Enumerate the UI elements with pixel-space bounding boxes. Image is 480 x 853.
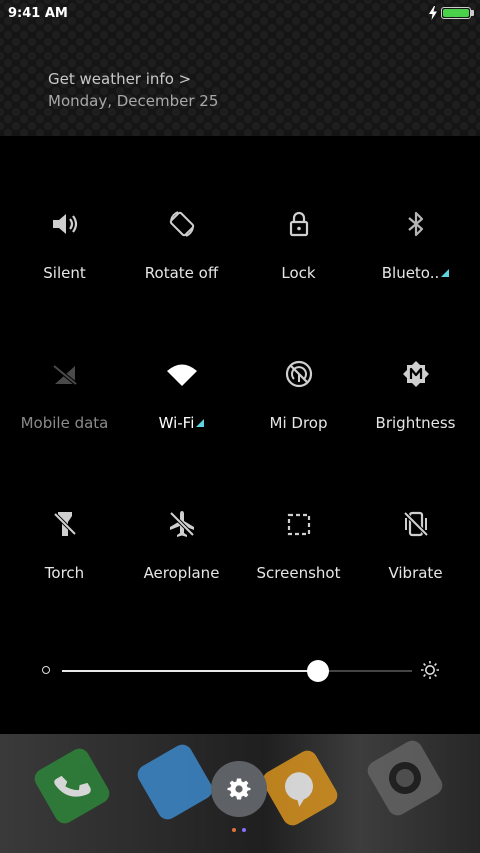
chat-bubble-icon [285,772,313,807]
status-bar: 9:41 AM [0,0,480,28]
page-dot [232,828,236,832]
app-icon-blue [134,741,216,823]
battery-icon [441,7,471,19]
toggle-silent[interactable]: Silent [6,208,123,308]
toggle-brightness[interactable]: Brightness [357,358,474,458]
charging-icon [429,6,437,20]
toggle-mobile-data[interactable]: Mobile data [6,358,123,458]
phone-app-icon [31,745,113,827]
toggle-rotate[interactable]: Rotate off [123,208,240,308]
lock-icon [289,211,308,237]
battery-fill [443,9,469,17]
toggle-label: Screenshot [256,564,341,582]
toggle-torch[interactable]: Torch [6,508,123,608]
slider-track[interactable] [62,660,412,682]
bluetooth-icon [407,211,423,237]
toggle-bluetooth[interactable]: Blueto.. [357,208,474,308]
toggle-label: Aeroplane [143,564,220,582]
toggle-label: Mobile data [20,414,109,432]
toggle-label: Mi Drop [269,414,328,432]
vibrate-icon [403,511,428,537]
toggle-screenshot[interactable]: Screenshot [240,508,357,608]
toggle-label: Rotate off [144,264,219,282]
speaker-icon [52,214,77,234]
weather-link[interactable]: Get weather info > [48,70,191,88]
toggle-label: Wi-Fi [158,414,195,432]
messaging-app-icon [259,747,341,829]
screenshot-icon [287,513,310,536]
brightness-high-icon [421,661,439,679]
toggle-lock[interactable]: Lock [240,208,357,308]
toggle-label: Silent [43,264,86,282]
phone-icon [54,775,91,797]
toggle-label: Vibrate [388,564,443,582]
toggle-aeroplane[interactable]: Aeroplane [123,508,240,608]
settings-button[interactable] [211,761,267,817]
submenu-indicator-icon [196,419,205,427]
submenu-indicator-icon [441,269,450,277]
toggle-wifi[interactable]: Wi-Fi [123,358,240,458]
status-time: 9:41 AM [8,6,68,21]
battery-cap [471,10,474,16]
toggle-mi-drop[interactable]: Mi Drop [240,358,357,458]
toggle-label: Blueto.. [381,264,440,282]
page-indicator [232,828,252,834]
wifi-icon [166,364,197,386]
auto-brightness-icon [402,361,429,387]
page-dot-active [242,828,246,832]
toggle-label: Torch [44,564,85,582]
toggle-label-row: Wi-Fi [123,414,240,432]
camera-lens-icon [389,762,421,794]
toggle-label: Lock [281,264,316,282]
date-label: Monday, December 25 [48,92,219,110]
toggle-vibrate[interactable]: Vibrate [357,508,474,608]
brightness-low-icon [42,666,50,674]
mi-drop-icon [285,360,312,388]
mobile-data-off-icon [52,364,77,386]
brightness-slider[interactable] [40,656,446,686]
airplane-icon [169,511,194,537]
torch-icon [53,512,76,536]
toggle-label-row: Blueto.. [357,264,474,282]
slider-fill [62,670,318,672]
rotate-icon [169,211,194,237]
camera-app-icon [364,737,446,819]
toggle-label: Brightness [375,414,456,432]
gear-icon [227,778,251,800]
slider-thumb[interactable] [306,660,329,682]
